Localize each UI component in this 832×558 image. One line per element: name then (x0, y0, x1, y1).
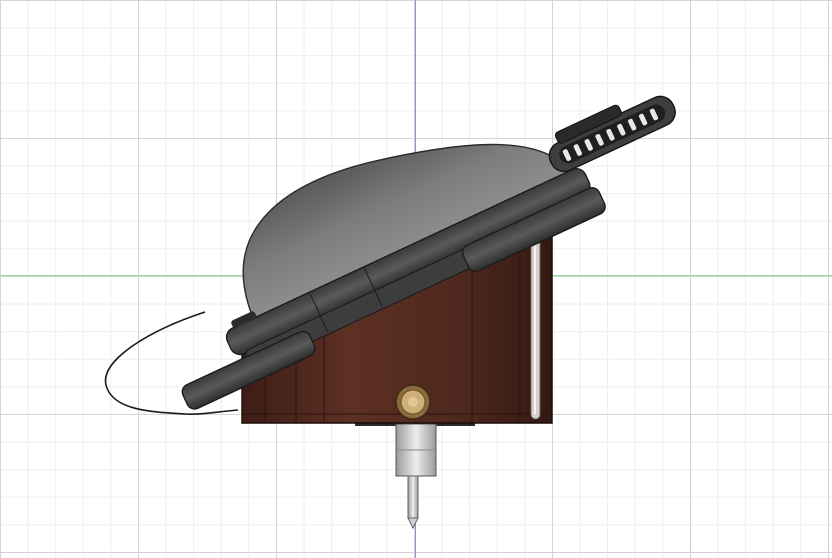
brass-knob (395, 384, 431, 420)
probe (355, 420, 475, 530)
slotted-arm (548, 95, 676, 173)
3d-model-render[interactable] (0, 0, 832, 558)
cad-viewport[interactable] (0, 0, 832, 558)
